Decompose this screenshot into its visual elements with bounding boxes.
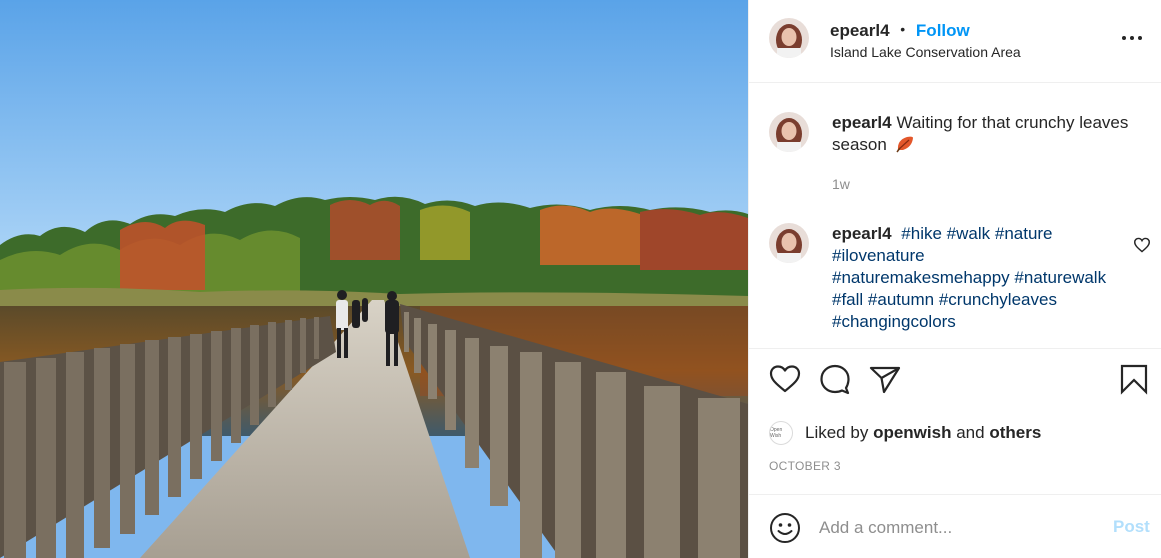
likes-prefix: Liked by bbox=[805, 423, 869, 442]
caption-username[interactable]: epearl4 bbox=[832, 113, 892, 132]
hashtag-link[interactable]: #fall bbox=[832, 290, 863, 309]
caption-body: epearl4 Waiting for that crunchy leaves s… bbox=[832, 112, 1142, 156]
hashtag-link[interactable]: #naturewalk bbox=[1014, 268, 1106, 287]
post-image[interactable] bbox=[0, 0, 748, 558]
smiley-icon bbox=[770, 513, 800, 543]
hashtag-link[interactable]: #changingcolors bbox=[832, 312, 956, 331]
heart-icon bbox=[769, 365, 801, 393]
post-panel: epearl4 • Follow Island Lake Conservatio… bbox=[748, 0, 1161, 558]
likes-summary: Open Wish Liked by openwish and others bbox=[769, 420, 1041, 446]
hashtag-link[interactable]: #nature bbox=[995, 224, 1053, 243]
hashtag-link[interactable]: #crunchyleaves bbox=[939, 290, 1057, 309]
post-header: epearl4 • Follow Island Lake Conservatio… bbox=[749, 0, 1161, 83]
post-date[interactable]: OCTOBER 3 bbox=[769, 459, 841, 473]
likes-conjunction: and bbox=[956, 423, 985, 442]
liker-avatar[interactable]: Open Wish bbox=[769, 421, 793, 445]
separator-dot: • bbox=[900, 21, 906, 37]
hashtag-link[interactable]: #walk bbox=[947, 224, 990, 243]
liker-username[interactable]: openwish bbox=[873, 423, 951, 443]
like-button[interactable] bbox=[768, 362, 802, 396]
likes-others-link[interactable]: others bbox=[989, 423, 1041, 443]
comment-item: epearl4 #hike #walk #nature #ilovenature… bbox=[769, 223, 1151, 338]
comment-username[interactable]: epearl4 bbox=[832, 224, 892, 243]
comment-body: epearl4 #hike #walk #nature #ilovenature… bbox=[832, 223, 1132, 333]
hashtag-link[interactable]: #hike bbox=[901, 224, 942, 243]
emoji-button[interactable] bbox=[769, 512, 801, 544]
bookmark-icon bbox=[1120, 364, 1148, 395]
comment-like-button[interactable] bbox=[1133, 237, 1151, 253]
caption-avatar[interactable] bbox=[769, 112, 809, 152]
share-button[interactable] bbox=[868, 362, 902, 396]
add-comment-bar: Post bbox=[749, 494, 1161, 558]
comment-avatar[interactable] bbox=[769, 223, 809, 263]
comment-button[interactable] bbox=[818, 362, 852, 396]
comment-bubble-icon bbox=[820, 364, 850, 395]
action-bar bbox=[749, 362, 1161, 406]
boardwalk-lake-photo bbox=[0, 0, 748, 558]
post-comment-button[interactable]: Post bbox=[1113, 517, 1150, 537]
follow-button[interactable]: Follow bbox=[916, 21, 970, 40]
paper-plane-icon bbox=[869, 366, 901, 394]
caption: epearl4 Waiting for that crunchy leaves s… bbox=[769, 112, 1149, 192]
caption-time[interactable]: 1w bbox=[832, 176, 850, 192]
more-options-button[interactable] bbox=[1119, 28, 1145, 48]
heart-icon bbox=[1133, 237, 1151, 253]
save-button[interactable] bbox=[1117, 362, 1151, 396]
hashtag-link[interactable]: #naturemakesmehappy bbox=[832, 268, 1010, 287]
hashtag-link[interactable]: #autumn bbox=[868, 290, 934, 309]
post-location[interactable]: Island Lake Conservation Area bbox=[830, 44, 1021, 60]
actions-divider bbox=[749, 348, 1161, 349]
author-username[interactable]: epearl4 bbox=[830, 21, 890, 40]
more-horizontal-icon bbox=[1122, 36, 1142, 40]
comment-input[interactable] bbox=[819, 515, 1099, 541]
author-line: epearl4 • Follow bbox=[830, 19, 970, 41]
author-avatar[interactable] bbox=[769, 18, 809, 58]
fallen-leaf-icon bbox=[895, 136, 913, 153]
hashtag-link[interactable]: #ilovenature bbox=[832, 246, 925, 265]
